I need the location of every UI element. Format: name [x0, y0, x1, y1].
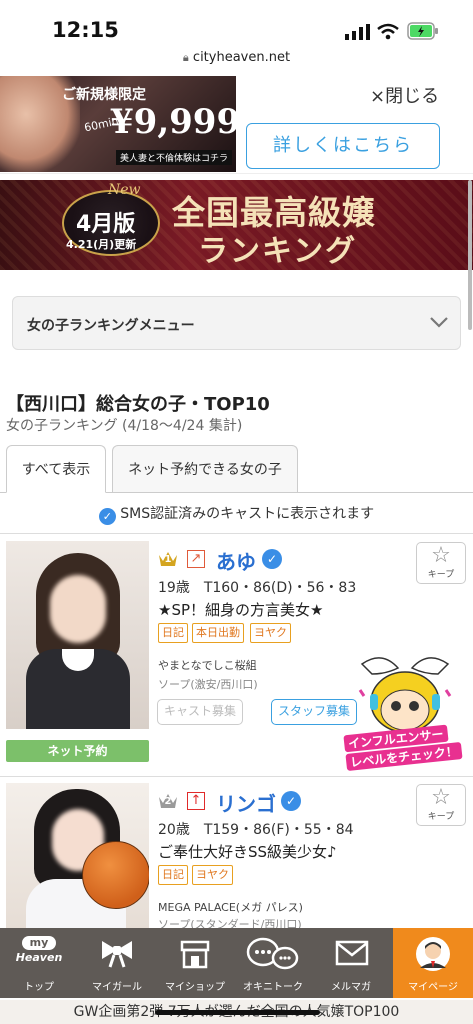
rank-crown-silver-icon: 2 [158, 791, 178, 809]
rank-crown-gold-icon: 1 [158, 549, 178, 567]
shop-icon [180, 940, 210, 969]
page-scrollbar[interactable] [468, 180, 472, 330]
basketball-prop [82, 841, 149, 909]
cast-photo[interactable] [6, 541, 149, 729]
keep-label: キープ [427, 570, 455, 580]
ad-detail-button[interactable]: 詳しくはこちら [246, 123, 440, 169]
signal-icon [345, 24, 370, 40]
verified-check-icon: ✓ [281, 791, 301, 811]
tag-diary[interactable]: 日記 [158, 865, 188, 885]
nav-top[interactable]: my Heaven トップ [0, 928, 78, 998]
shop-genre: ソープ(激安/西川口) [158, 678, 258, 691]
cast-stats: 20歳 T159・86(F)・55・84 [158, 822, 354, 838]
cast-stats: 19歳 T160・86(D)・56・83 [158, 580, 357, 596]
nav-label: マイページ [408, 982, 458, 993]
ranking-subtitle: 女の子ランキング (4/18～4/24 集計) [6, 418, 243, 434]
status-bar: 12:15 [0, 0, 473, 50]
nav-label: マイガール [92, 982, 142, 993]
nav-label: オキニトーク [243, 982, 303, 993]
divider [0, 776, 473, 777]
keep-label: キープ [427, 812, 455, 822]
mail-icon [335, 940, 369, 966]
nav-mail-magazine[interactable]: メルマガ [312, 928, 390, 998]
star-icon: ☆ [431, 785, 451, 810]
nav-brand-top: my [22, 936, 56, 950]
tag-reserve[interactable]: ヨヤク [192, 865, 233, 885]
ad-promo-price: ¥9,999 [110, 102, 236, 142]
net-reserve-button[interactable]: ネット予約 [6, 740, 149, 762]
rank-number: 1 [164, 554, 172, 565]
url-text: cityheaven.net [192, 50, 291, 65]
status-time: 12:15 [52, 18, 119, 42]
cast-card[interactable]: 2 ↑ リンゴ ✓ ☆ キープ 20歳 T159・86(F)・55・84 ご奉仕… [0, 783, 473, 931]
rank-number: 2 [164, 796, 172, 807]
tag-reserve[interactable]: ヨヤク [250, 623, 291, 643]
cast-face [50, 575, 106, 643]
nav-my-girl[interactable]: マイガール [78, 928, 156, 998]
nav-my-page[interactable]: マイページ [393, 928, 473, 998]
influencer-mascot-badge[interactable]: インフルエンサー レベルをチェック！ [342, 650, 468, 772]
cast-name[interactable]: リンゴ [216, 788, 276, 817]
bottom-navigation: my Heaven トップ マイガール マイショップ オキニトーク メルマガ マ… [0, 928, 473, 998]
wifi-icon [377, 23, 399, 40]
verified-check-icon: ✓ [98, 508, 116, 525]
shop-name[interactable]: やまとなでしこ桜組 [158, 657, 257, 673]
tab-net-reservable[interactable]: ネット予約できる女の子 [112, 445, 298, 493]
cast-photo[interactable] [6, 783, 149, 928]
user-avatar-icon [416, 937, 450, 971]
lock-icon: 🔒︎ [182, 51, 189, 64]
ad-image[interactable]: ご新規様限定 60min ¥9,999 美人妻と不倫体験はコチラ [0, 76, 236, 172]
divider [0, 533, 473, 534]
chevron-down-icon [430, 317, 448, 328]
keep-button[interactable]: ☆ キープ [416, 784, 466, 826]
sms-note-text: SMS認証済みのキャストに表示されます [120, 506, 375, 522]
my-heaven-icon: my Heaven [13, 936, 65, 970]
ad-close-button[interactable]: ×閉じる [370, 82, 439, 108]
ranking-banner[interactable]: New 4月版 4.21(月)更新 全国最高級嬢 ランキング [0, 180, 473, 270]
chat-icon [246, 937, 299, 970]
tag-today-attendance[interactable]: 本日出勤 [192, 623, 244, 643]
banner-update-date: 4.21(月)更新 [66, 238, 137, 251]
ad-strip: ご新規様限定 60min ¥9,999 美人妻と不倫体験はコチラ ×閉じる 詳し… [0, 76, 473, 174]
verified-check-icon: ✓ [262, 549, 282, 569]
shop-name[interactable]: MEGA PALACE(メガ パレス) [158, 899, 303, 915]
trend-up-icon: ↗ [187, 550, 205, 568]
keep-button[interactable]: ☆ キープ [416, 542, 466, 584]
star-icon: ☆ [431, 543, 451, 568]
banner-edition: 4月版 [76, 212, 136, 237]
ad-promo-line1: ご新規様限定 [62, 87, 146, 103]
ranking-menu-label: 女の子ランキングメニュー [27, 318, 195, 334]
cast-recruit-button[interactable]: キャスト募集 [157, 699, 244, 725]
nav-brand-bottom: Heaven [15, 951, 63, 964]
battery-icon [407, 22, 438, 40]
ranking-title: 【西川口】総合女の子・TOP10 [6, 394, 270, 415]
nav-label: マイショップ [165, 982, 225, 993]
nav-my-shop[interactable]: マイショップ [156, 928, 234, 998]
ribbon-icon [102, 941, 132, 968]
ranking-menu-dropdown[interactable]: 女の子ランキングメニュー [12, 296, 461, 350]
nav-okini-talk[interactable]: オキニトーク [234, 928, 312, 998]
ad-promo-sub: 美人妻と不倫体験はコチラ [116, 150, 233, 165]
home-indicator [155, 1010, 320, 1015]
nav-label: メルマガ [331, 982, 371, 993]
cast-name[interactable]: あゆ [216, 546, 256, 575]
nav-label: トップ [24, 982, 54, 993]
trend-up-icon: ↑ [187, 792, 205, 810]
cast-catchphrase: ご奉仕大好きSS級美少女♪ [158, 843, 337, 861]
sms-note: ✓ SMS認証済みのキャストに表示されます [0, 503, 473, 525]
cast-catchphrase: ★SP！細身の方言美女★ [158, 601, 324, 619]
banner-new-label: New [108, 182, 141, 198]
tab-show-all[interactable]: すべて表示 [6, 445, 106, 493]
banner-title-line2: ランキング [198, 234, 358, 269]
url-bar[interactable]: 🔒︎ cityheaven.net [0, 50, 473, 76]
tag-diary[interactable]: 日記 [158, 623, 188, 643]
